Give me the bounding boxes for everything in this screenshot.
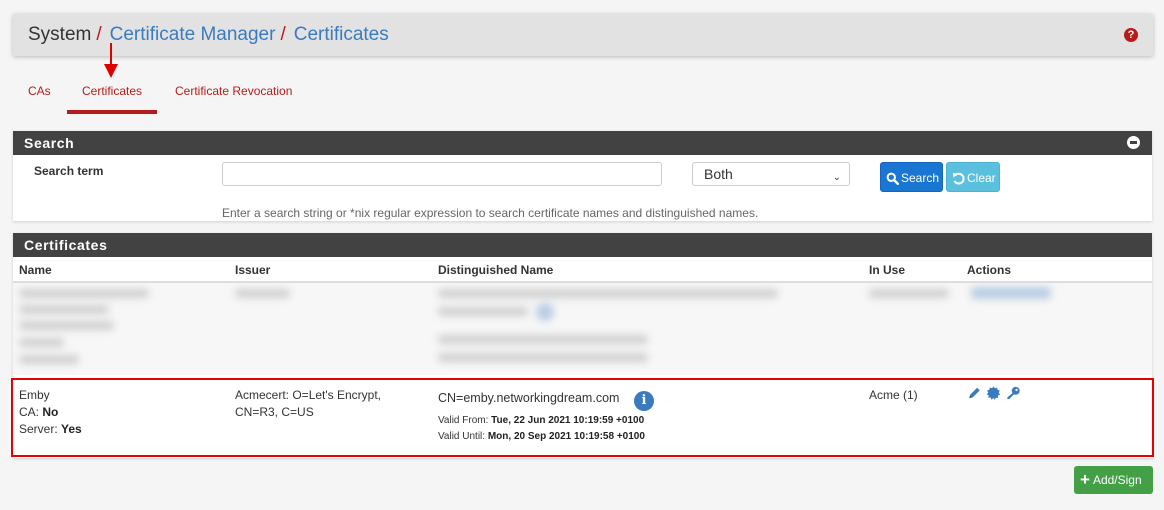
question-circle-icon[interactable]: ?: [1124, 28, 1138, 42]
certificates-panel-title: Certificates: [24, 237, 108, 253]
certificates-panel: Certificates Name Issuer Distinguished N…: [11, 233, 1154, 458]
cert-server-value: Yes: [61, 422, 82, 436]
search-term-input[interactable]: [222, 162, 662, 186]
info-icon[interactable]: i: [634, 391, 654, 411]
search-button[interactable]: Search: [880, 162, 943, 192]
column-header-issuer: Issuer: [235, 263, 271, 277]
cert-ca-value: No: [42, 405, 59, 419]
search-button-label: Search: [901, 171, 940, 185]
tab-certificate-revocation[interactable]: Certificate Revocation: [160, 78, 307, 114]
breadcrumb-separator: /: [96, 24, 102, 45]
column-header-distinguished-name: Distinguished Name: [438, 263, 554, 277]
search-panel-title: Search: [24, 135, 75, 151]
search-help-text: Enter a search string or *nix regular ex…: [222, 206, 759, 220]
cert-actions: [967, 386, 1022, 405]
cert-valid-until: Valid Until: Mon, 20 Sep 2021 10:19:58 +…: [438, 431, 645, 442]
redacted-text: [19, 321, 114, 330]
redacted-text: [19, 355, 79, 364]
breadcrumb: System / Certificate Manager / Certificates: [28, 23, 389, 47]
cert-in-use: Acme (1): [869, 388, 918, 402]
column-header-actions: Actions: [967, 263, 1012, 277]
redacted-text: [438, 353, 648, 362]
clear-button-label: Clear: [967, 171, 996, 185]
redacted-text: [869, 289, 949, 298]
redacted-text: [438, 307, 528, 316]
redacted-actions: [971, 287, 1051, 299]
cert-name-cell: Emby CA: No Server: Yes: [19, 387, 82, 438]
redacted-text: [19, 338, 64, 347]
table-header: Name Issuer Distinguished Name In Use Ac…: [13, 257, 1152, 283]
search-icon: [886, 172, 899, 185]
plus-icon: +: [1080, 470, 1090, 489]
breadcrumb-certificates[interactable]: Certificates: [294, 24, 389, 45]
breadcrumb-separator: /: [280, 24, 286, 45]
cert-valid-from: Valid From: Tue, 22 Jun 2021 10:19:59 +0…: [438, 415, 645, 426]
column-header-name: Name: [19, 263, 52, 277]
tab-certificates[interactable]: Certificates: [67, 78, 158, 114]
annotation-arrow-head: [104, 64, 118, 78]
add-sign-button-label: Add/Sign: [1092, 473, 1142, 487]
chevron-down-icon: ⌄: [832, 172, 841, 183]
cert-ca: CA: No: [19, 405, 59, 419]
cert-valid-until-value: Mon, 20 Sep 2021 10:19:58 +0100: [487, 431, 645, 442]
table-row-redacted: [13, 283, 1152, 375]
page-header: System / Certificate Manager / Certificates …: [13, 14, 1153, 56]
cert-server: Server: Yes: [19, 422, 82, 436]
cert-issuer: Acmecert: O=Let's Encrypt, CN=R3, C=US: [235, 388, 382, 419]
tab-cas[interactable]: CAs: [13, 78, 66, 114]
search-scope-value: Both: [704, 166, 733, 182]
certificate-icon[interactable]: [986, 386, 1001, 405]
cert-valid-from-value: Tue, 22 Jun 2021 10:19:59 +0100: [491, 415, 645, 426]
search-panel-heading: Search: [13, 131, 1152, 155]
add-sign-button[interactable]: + Add/Sign: [1074, 466, 1153, 494]
redacted-text: [438, 289, 778, 298]
breadcrumb-system: System: [28, 24, 92, 45]
cert-name: Emby: [19, 388, 50, 402]
table-row: Emby CA: No Server: Yes Acmecert: O=Let'…: [11, 378, 1154, 457]
redacted-info-icon: [536, 303, 554, 321]
collapse-icon[interactable]: [1127, 136, 1140, 149]
breadcrumb-certificate-manager[interactable]: Certificate Manager: [110, 24, 276, 45]
redacted-text: [19, 289, 149, 298]
cert-dn-cell: CN=emby.networkingdream.com i Valid From…: [438, 387, 858, 457]
search-term-label: Search term: [34, 164, 104, 178]
column-header-in-use: In Use: [869, 263, 906, 277]
search-panel: Search Search term Both ⌄ Search Clear E…: [13, 131, 1152, 221]
redacted-text: [438, 335, 648, 344]
certificates-panel-heading: Certificates: [13, 233, 1152, 257]
redacted-text: [235, 289, 290, 298]
redacted-text: [19, 305, 109, 314]
undo-icon: [952, 172, 965, 185]
key-icon[interactable]: [1006, 386, 1021, 405]
pencil-icon[interactable]: [967, 386, 982, 405]
clear-button[interactable]: Clear: [946, 162, 1000, 192]
search-scope-select[interactable]: Both ⌄: [692, 162, 850, 186]
